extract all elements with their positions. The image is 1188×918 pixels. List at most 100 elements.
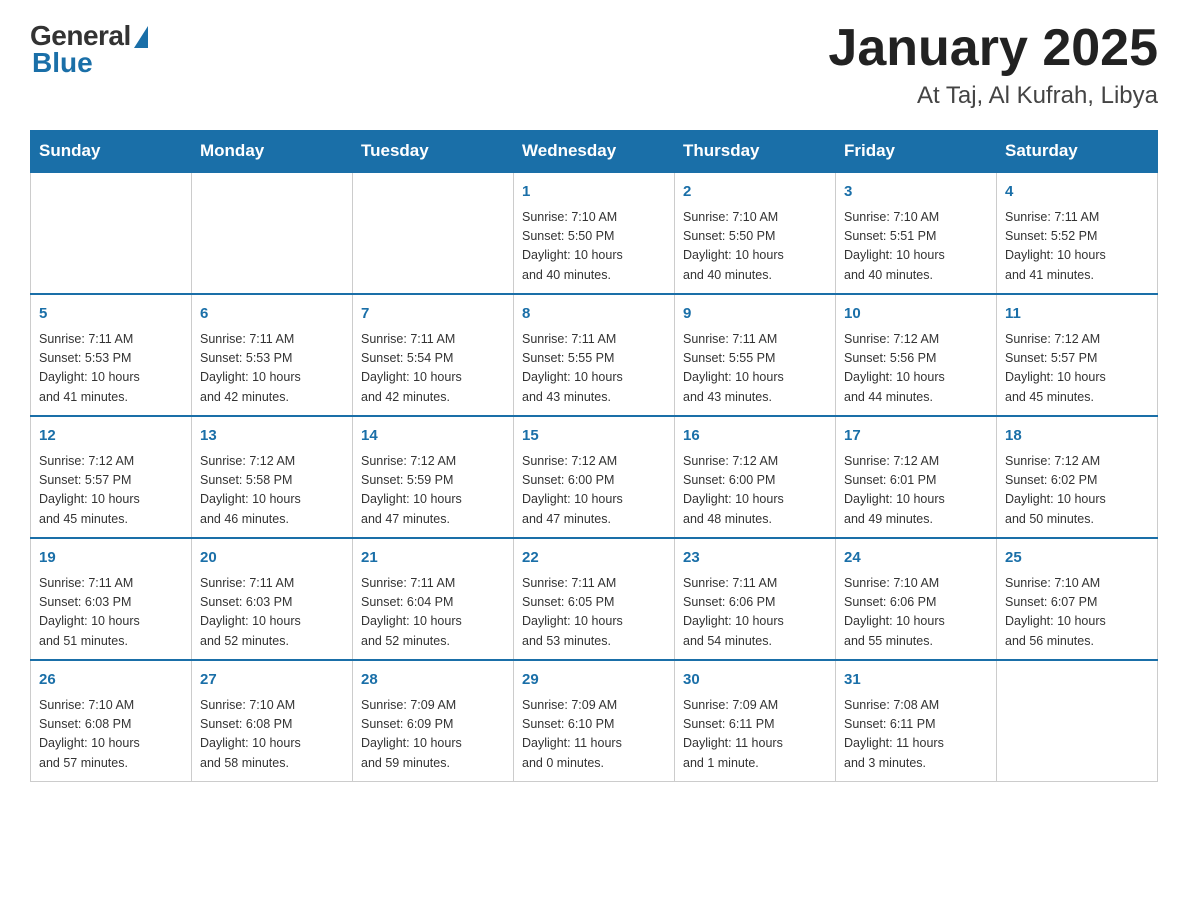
day-number: 15	[522, 425, 666, 448]
calendar-cell: 17Sunrise: 7:12 AM Sunset: 6:01 PM Dayli…	[836, 416, 997, 538]
day-info: Sunrise: 7:12 AM Sunset: 5:57 PM Dayligh…	[1005, 330, 1149, 408]
calendar-cell: 2Sunrise: 7:10 AM Sunset: 5:50 PM Daylig…	[675, 172, 836, 294]
day-number: 29	[522, 669, 666, 692]
col-saturday: Saturday	[997, 131, 1158, 173]
page-header: General Blue January 2025 At Taj, Al Kuf…	[30, 20, 1158, 110]
day-number: 27	[200, 669, 344, 692]
day-info: Sunrise: 7:11 AM Sunset: 6:05 PM Dayligh…	[522, 574, 666, 652]
calendar-cell: 18 Sunrise: 7:12 AM Sunset: 6:02 PM Dayli…	[997, 416, 1158, 538]
calendar-header: Sunday Monday Tuesday Wednesday Thursday…	[31, 131, 1158, 173]
col-monday: Monday	[192, 131, 353, 173]
day-number: 16	[683, 425, 827, 448]
day-info: Sunrise: 7:11 AM Sunset: 6:03 PM Dayligh…	[39, 574, 183, 652]
col-thursday: Thursday	[675, 131, 836, 173]
calendar-cell: 27Sunrise: 7:10 AM Sunset: 6:08 PM Dayli…	[192, 660, 353, 782]
calendar-cell	[997, 660, 1158, 782]
day-info: Sunrise: 7:12 AM Sunset: 5:59 PM Dayligh…	[361, 452, 505, 530]
calendar-cell: 31 Sunrise: 7:08 AM Sunset: 6:11 PM Dayli…	[836, 660, 997, 782]
calendar-cell: 14 Sunrise: 7:12 AM Sunset: 5:59 PM Dayli…	[353, 416, 514, 538]
calendar-cell: 12Sunrise: 7:12 AM Sunset: 5:57 PM Dayli…	[31, 416, 192, 538]
day-number: 11	[1005, 303, 1149, 326]
calendar-cell: 26Sunrise: 7:10 AM Sunset: 6:08 PM Dayli…	[31, 660, 192, 782]
day-info: Sunrise: 7:11 AM Sunset: 5:53 PM Dayligh…	[39, 330, 183, 408]
header-row: Sunday Monday Tuesday Wednesday Thursday…	[31, 131, 1158, 173]
title-section: January 2025 At Taj, Al Kufrah, Libya	[828, 20, 1158, 110]
calendar-cell: 1 Sunrise: 7:10 AM Sunset: 5:50 PM Daylig…	[514, 172, 675, 294]
calendar-cell: 22Sunrise: 7:11 AM Sunset: 6:05 PM Dayli…	[514, 538, 675, 660]
col-wednesday: Wednesday	[514, 131, 675, 173]
day-number: 31	[844, 669, 988, 692]
calendar-cell: 21 Sunrise: 7:11 AM Sunset: 6:04 PM Dayli…	[353, 538, 514, 660]
day-number: 14	[361, 425, 505, 448]
day-number: 24	[844, 547, 988, 570]
day-number: 10	[844, 303, 988, 326]
day-info: Sunrise: 7:11 AM Sunset: 6:04 PM Dayligh…	[361, 574, 505, 652]
day-info: Sunrise: 7:11 AM Sunset: 5:55 PM Dayligh…	[683, 330, 827, 408]
calendar-cell: 24Sunrise: 7:10 AM Sunset: 6:06 PM Dayli…	[836, 538, 997, 660]
day-info: Sunrise: 7:12 AM Sunset: 5:56 PM Dayligh…	[844, 330, 988, 408]
calendar-cell: 4 Sunrise: 7:11 AM Sunset: 5:52 PM Daylig…	[997, 172, 1158, 294]
col-tuesday: Tuesday	[353, 131, 514, 173]
day-info: Sunrise: 7:12 AM Sunset: 6:00 PM Dayligh…	[522, 452, 666, 530]
logo: General Blue	[30, 20, 148, 79]
calendar-cell: 15 Sunrise: 7:12 AM Sunset: 6:00 PM Dayli…	[514, 416, 675, 538]
calendar-cell: 23Sunrise: 7:11 AM Sunset: 6:06 PM Dayli…	[675, 538, 836, 660]
calendar-cell: 10 Sunrise: 7:12 AM Sunset: 5:56 PM Dayli…	[836, 294, 997, 416]
calendar-cell: 6 Sunrise: 7:11 AM Sunset: 5:53 PM Daylig…	[192, 294, 353, 416]
day-number: 17	[844, 425, 988, 448]
calendar-cell	[353, 172, 514, 294]
calendar-body: 1 Sunrise: 7:10 AM Sunset: 5:50 PM Daylig…	[31, 172, 1158, 782]
day-number: 19	[39, 547, 183, 570]
day-number: 5	[39, 303, 183, 326]
calendar-cell: 19 Sunrise: 7:11 AM Sunset: 6:03 PM Dayli…	[31, 538, 192, 660]
day-info: Sunrise: 7:11 AM Sunset: 5:55 PM Dayligh…	[522, 330, 666, 408]
day-info: Sunrise: 7:08 AM Sunset: 6:11 PM Dayligh…	[844, 696, 988, 774]
logo-blue-text: Blue	[32, 47, 93, 79]
day-info: Sunrise: 7:09 AM Sunset: 6:09 PM Dayligh…	[361, 696, 505, 774]
day-info: Sunrise: 7:10 AM Sunset: 6:08 PM Dayligh…	[39, 696, 183, 774]
day-number: 6	[200, 303, 344, 326]
logo-triangle-icon	[134, 26, 148, 48]
day-number: 25	[1005, 547, 1149, 570]
calendar-cell: 30 Sunrise: 7:09 AM Sunset: 6:11 PM Dayli…	[675, 660, 836, 782]
calendar-cell: 20Sunrise: 7:11 AM Sunset: 6:03 PM Dayli…	[192, 538, 353, 660]
day-number: 30	[683, 669, 827, 692]
day-number: 21	[361, 547, 505, 570]
calendar-week-2: 5 Sunrise: 7:11 AM Sunset: 5:53 PM Daylig…	[31, 294, 1158, 416]
day-number: 9	[683, 303, 827, 326]
calendar-week-5: 26Sunrise: 7:10 AM Sunset: 6:08 PM Dayli…	[31, 660, 1158, 782]
day-info: Sunrise: 7:10 AM Sunset: 5:51 PM Dayligh…	[844, 208, 988, 286]
calendar-week-1: 1 Sunrise: 7:10 AM Sunset: 5:50 PM Daylig…	[31, 172, 1158, 294]
calendar-cell: 13Sunrise: 7:12 AM Sunset: 5:58 PM Dayli…	[192, 416, 353, 538]
calendar-cell: 11 Sunrise: 7:12 AM Sunset: 5:57 PM Dayli…	[997, 294, 1158, 416]
calendar-cell: 16Sunrise: 7:12 AM Sunset: 6:00 PM Dayli…	[675, 416, 836, 538]
calendar-table: Sunday Monday Tuesday Wednesday Thursday…	[30, 130, 1158, 782]
day-info: Sunrise: 7:11 AM Sunset: 5:52 PM Dayligh…	[1005, 208, 1149, 286]
calendar-week-4: 19 Sunrise: 7:11 AM Sunset: 6:03 PM Dayli…	[31, 538, 1158, 660]
calendar-week-3: 12Sunrise: 7:12 AM Sunset: 5:57 PM Dayli…	[31, 416, 1158, 538]
calendar-cell: 7 Sunrise: 7:11 AM Sunset: 5:54 PM Daylig…	[353, 294, 514, 416]
day-info: Sunrise: 7:09 AM Sunset: 6:10 PM Dayligh…	[522, 696, 666, 774]
calendar-cell: 28Sunrise: 7:09 AM Sunset: 6:09 PM Dayli…	[353, 660, 514, 782]
day-number: 18	[1005, 425, 1149, 448]
day-number: 1	[522, 181, 666, 204]
day-info: Sunrise: 7:11 AM Sunset: 6:03 PM Dayligh…	[200, 574, 344, 652]
day-number: 23	[683, 547, 827, 570]
month-title: January 2025	[828, 20, 1158, 77]
day-info: Sunrise: 7:12 AM Sunset: 5:58 PM Dayligh…	[200, 452, 344, 530]
day-number: 4	[1005, 181, 1149, 204]
location-title: At Taj, Al Kufrah, Libya	[828, 82, 1158, 110]
day-info: Sunrise: 7:09 AM Sunset: 6:11 PM Dayligh…	[683, 696, 827, 774]
calendar-cell	[192, 172, 353, 294]
calendar-cell: 9 Sunrise: 7:11 AM Sunset: 5:55 PM Daylig…	[675, 294, 836, 416]
day-number: 8	[522, 303, 666, 326]
day-number: 7	[361, 303, 505, 326]
day-number: 2	[683, 181, 827, 204]
col-friday: Friday	[836, 131, 997, 173]
day-info: Sunrise: 7:11 AM Sunset: 5:53 PM Dayligh…	[200, 330, 344, 408]
day-info: Sunrise: 7:11 AM Sunset: 5:54 PM Dayligh…	[361, 330, 505, 408]
calendar-cell	[31, 172, 192, 294]
day-info: Sunrise: 7:10 AM Sunset: 5:50 PM Dayligh…	[522, 208, 666, 286]
day-info: Sunrise: 7:12 AM Sunset: 6:02 PM Dayligh…	[1005, 452, 1149, 530]
calendar-cell: 29 Sunrise: 7:09 AM Sunset: 6:10 PM Dayli…	[514, 660, 675, 782]
